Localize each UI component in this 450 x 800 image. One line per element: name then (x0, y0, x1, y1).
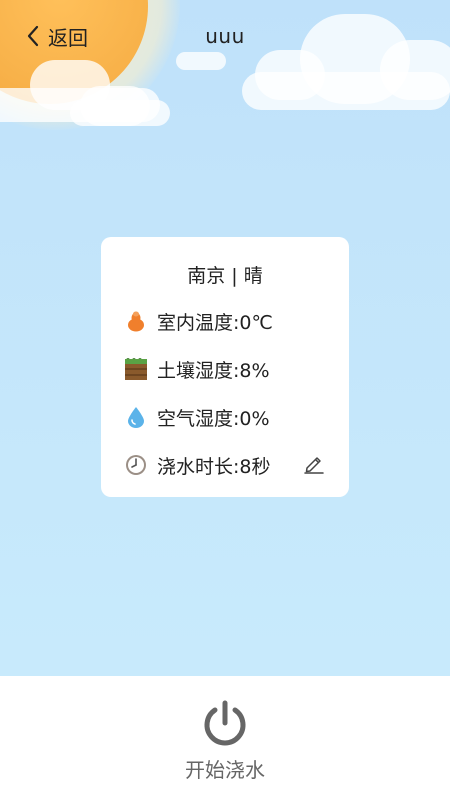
edit-pencil-icon[interactable] (303, 452, 325, 474)
soil-icon (125, 358, 147, 380)
soil-humidity-value: 土壤湿度:8% (157, 359, 270, 382)
top-bar: 返回 uuu (0, 14, 450, 58)
sensor-card: 南京 | 晴 室内温度:0℃ 土壤湿度:8% 空气湿度:0% 浇水时长:8秒 (101, 237, 349, 497)
temperature-row: 室内温度:0℃ (125, 307, 273, 335)
page-title: uuu (205, 24, 245, 48)
power-icon (200, 700, 250, 752)
temperature-value: 室内温度:0℃ (157, 311, 273, 334)
cloud-decoration (70, 100, 170, 126)
thermometer-drop-icon (125, 310, 147, 332)
water-drop-icon (125, 406, 147, 428)
air-humidity-row: 空气湿度:0% (125, 403, 270, 431)
clock-icon (125, 454, 147, 476)
location-weather: 南京 | 晴 (187, 265, 263, 287)
bottom-panel: 开始浇水 (0, 676, 450, 800)
start-watering-button[interactable] (200, 698, 250, 748)
soil-humidity-row: 土壤湿度:8% (125, 355, 270, 383)
air-humidity-value: 空气湿度:0% (157, 407, 270, 430)
watering-duration-row: 浇水时长:8秒 (125, 451, 271, 479)
watering-duration-value: 浇水时长:8秒 (157, 455, 271, 478)
start-watering-label[interactable]: 开始浇水 (0, 754, 450, 783)
